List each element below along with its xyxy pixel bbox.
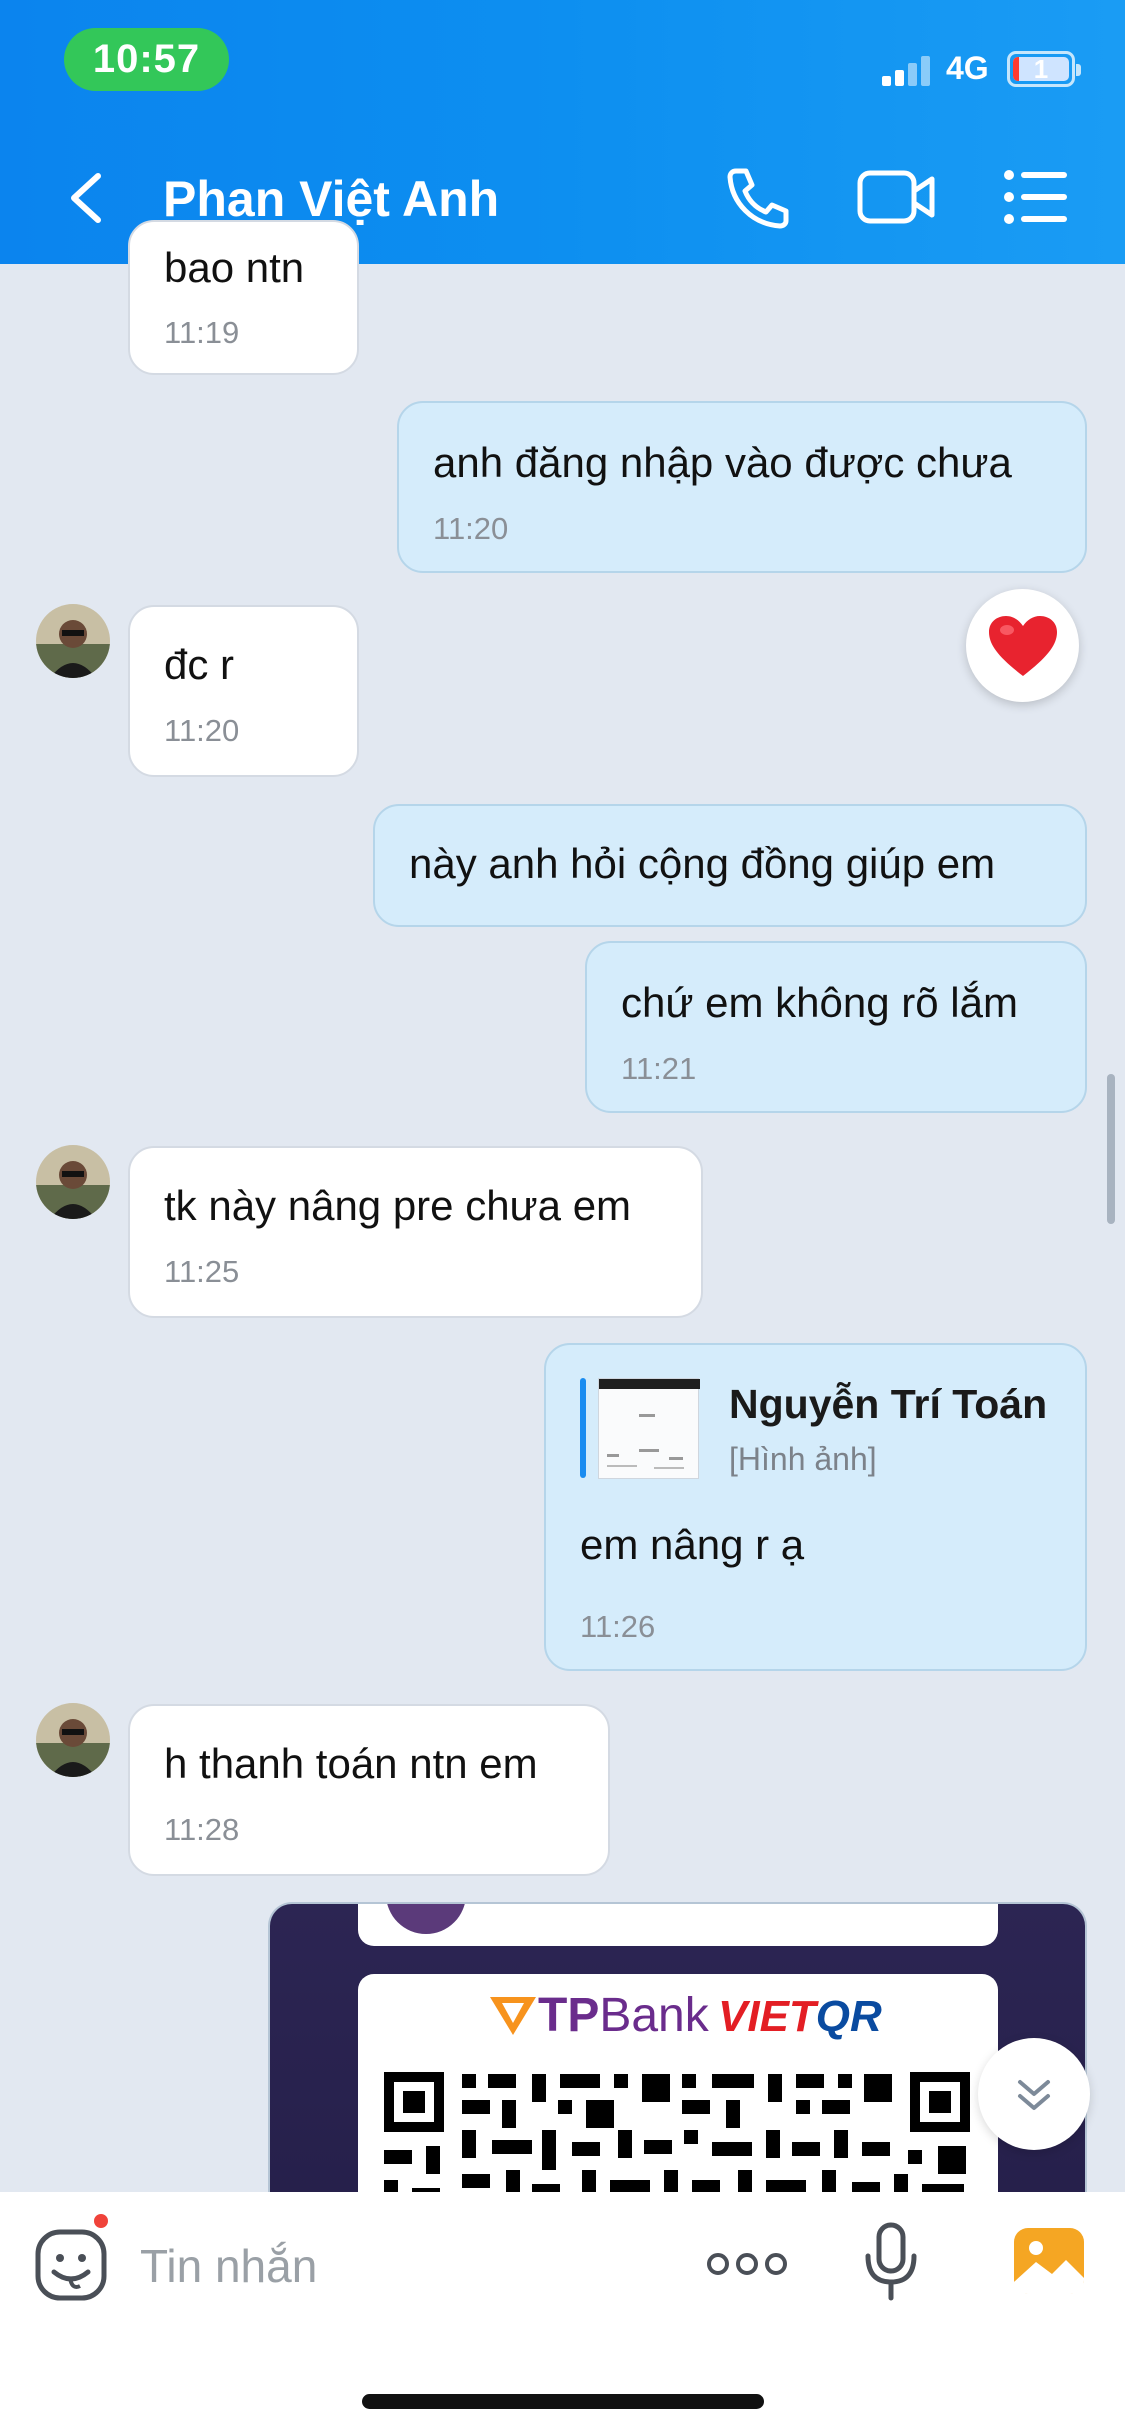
message-time: 11:20 — [433, 511, 509, 546]
message-text: đc r — [164, 641, 235, 688]
tpbank-logo: TPBank — [488, 1988, 709, 2043]
message-bubble[interactable]: bao ntn 11:19 — [128, 220, 359, 375]
message-text: h thanh toán ntn em — [164, 1740, 538, 1787]
quote-sender-name: Nguyễn Trí Toán — [729, 1381, 1048, 1427]
message-time: 11:26 — [580, 1609, 656, 1644]
home-indicator — [362, 2394, 764, 2409]
image-account-card — [358, 1904, 998, 1946]
more-options-icon[interactable] — [706, 2244, 788, 2284]
avatar[interactable] — [36, 604, 110, 678]
message-time: 11:19 — [164, 315, 240, 350]
image-gallery-icon[interactable] — [1012, 2226, 1086, 2296]
battery-icon: 1 — [1007, 51, 1081, 87]
scrollbar[interactable] — [1107, 1074, 1115, 1224]
back-icon[interactable] — [62, 168, 112, 228]
scroll-to-bottom-button[interactable] — [978, 2038, 1090, 2150]
cellular-signal-icon — [882, 54, 932, 86]
image-message[interactable]: TPBank VIETQR — [268, 1902, 1087, 2192]
message-time: 11:28 — [164, 1812, 240, 1847]
message-bubble[interactable]: h thanh toán ntn em 11:28 — [128, 1704, 610, 1876]
message-input[interactable] — [140, 2236, 660, 2296]
message-text: em nâng r ạ — [580, 1521, 805, 1568]
qr-code — [382, 2070, 972, 2192]
image-qr-card: TPBank VIETQR — [358, 1974, 998, 2192]
message-bubble[interactable]: đc r 11:20 — [128, 605, 359, 777]
message-text: tk này nâng pre chưa em — [164, 1182, 632, 1229]
battery-label: 1 — [1033, 53, 1049, 84]
chevron-double-down-icon — [1018, 2080, 1050, 2110]
notification-dot — [92, 2212, 110, 2230]
message-text: này anh hỏi cộng đồng giúp em — [409, 840, 996, 887]
avatar[interactable] — [36, 1703, 110, 1777]
network-type: 4G — [946, 50, 989, 86]
message-bubble[interactable]: Nguyễn Trí Toán [Hình ảnh] em nâng r ạ 1… — [544, 1343, 1087, 1671]
vietqr-logo: VIETQR — [718, 1992, 882, 2041]
message-time: 11:20 — [164, 713, 240, 748]
sticker-emoji-icon[interactable] — [34, 2228, 108, 2302]
message-time: 11:21 — [621, 1051, 697, 1086]
message-bubble[interactable]: này anh hỏi cộng đồng giúp em — [373, 804, 1087, 927]
message-bubble[interactable]: chứ em không rõ lắm 11:21 — [585, 941, 1087, 1113]
phone-icon[interactable] — [722, 165, 792, 229]
message-text: anh đăng nhập vào được chưa — [433, 439, 1012, 486]
microphone-icon[interactable] — [863, 2222, 919, 2302]
message-text: bao ntn — [164, 244, 305, 291]
message-time: 11:25 — [164, 1254, 240, 1289]
heart-reaction-icon[interactable] — [966, 589, 1079, 702]
video-call-icon[interactable] — [857, 165, 935, 229]
message-composer — [0, 2192, 1125, 2436]
message-bubble[interactable]: anh đăng nhập vào được chưa 11:20 — [397, 401, 1087, 573]
message-text: chứ em không rõ lắm — [621, 979, 1018, 1026]
quote-bar — [580, 1378, 586, 1478]
avatar[interactable] — [36, 1145, 110, 1219]
message-bubble[interactable]: tk này nâng pre chưa em 11:25 — [128, 1146, 703, 1318]
quoted-image-thumbnail[interactable] — [598, 1378, 700, 1479]
status-time: 10:57 — [64, 28, 229, 91]
menu-list-icon[interactable] — [1003, 165, 1073, 229]
quote-type-label: [Hình ảnh] — [729, 1441, 877, 1477]
